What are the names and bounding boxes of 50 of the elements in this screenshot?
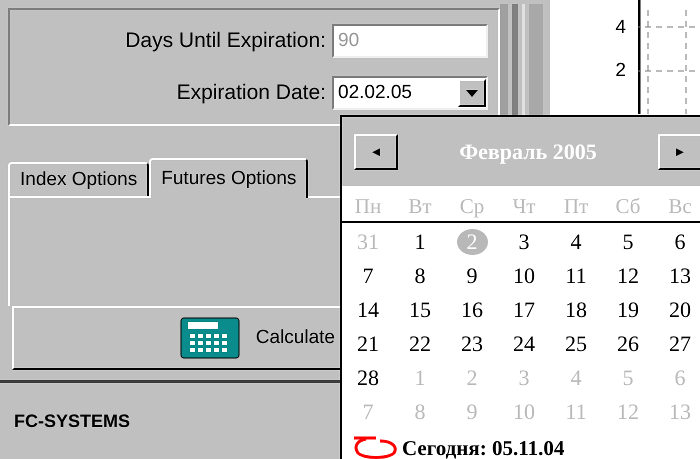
- weekday-label: Вс: [667, 194, 693, 219]
- weekday-label: Пн: [354, 194, 382, 219]
- tab[interactable]: Index Options: [8, 162, 150, 196]
- weekday-label: Ср: [458, 194, 486, 219]
- weekday-label: Вт: [407, 194, 433, 219]
- caret-icon: [466, 90, 478, 96]
- calculate-button[interactable]: Calculate: [180, 317, 335, 359]
- calendar-day[interactable]: 26: [617, 331, 639, 357]
- calendar-day[interactable]: 8: [414, 263, 426, 289]
- calculator-icon: [180, 317, 240, 359]
- previous-month-button[interactable]: ◄: [354, 134, 398, 170]
- axis-label: 4: [615, 16, 626, 39]
- calendar-day[interactable]: 19: [617, 297, 639, 323]
- calendar-day[interactable]: 10: [513, 263, 535, 289]
- calendar-day[interactable]: 7: [362, 263, 374, 289]
- calendar-day[interactable]: 6: [674, 229, 686, 255]
- calendar-day[interactable]: 22: [409, 331, 431, 357]
- calendar-day[interactable]: 11: [565, 263, 587, 289]
- date-dropdown[interactable]: 02.02.05: [332, 76, 488, 110]
- calendar-day[interactable]: 16: [461, 297, 483, 323]
- calendar-day[interactable]: 12: [617, 263, 639, 289]
- weekday-label: Чт: [512, 194, 536, 219]
- field-label: Expiration Date:: [176, 81, 326, 105]
- calendar-day[interactable]: 14: [357, 297, 379, 323]
- calendar-title: Февраль 2005: [459, 138, 597, 164]
- next-month-button[interactable]: ►: [658, 134, 700, 170]
- status-text: FC-SYSTEMS: [14, 410, 130, 432]
- dropdown-button[interactable]: [458, 79, 486, 107]
- calendar-day[interactable]: 21: [357, 331, 379, 357]
- calendar-day[interactable]: 15: [409, 297, 431, 323]
- calendar-day[interactable]: 27: [669, 331, 691, 357]
- calendar-day[interactable]: 17: [513, 297, 535, 323]
- calendar-day[interactable]: 25: [565, 331, 587, 357]
- tab[interactable]: Futures Options: [149, 158, 308, 198]
- calendar-day[interactable]: 9: [466, 263, 478, 289]
- calendar-day[interactable]: 4: [570, 229, 582, 255]
- calendar-day[interactable]: 5: [622, 229, 634, 255]
- calendar-day[interactable]: 23: [461, 331, 483, 357]
- calendar-day[interactable]: 20: [669, 297, 691, 323]
- axis-label: 2: [615, 59, 626, 82]
- weekday-label: Сб: [614, 194, 642, 219]
- weekday-label: Пт: [562, 194, 590, 219]
- calendar-day[interactable]: 13: [669, 263, 691, 289]
- today-label[interactable]: Сегодня: 05.11.04: [402, 436, 564, 459]
- calendar-day[interactable]: 18: [565, 297, 587, 323]
- calendar-day[interactable]: 24: [513, 331, 535, 357]
- calendar-day[interactable]: 28: [357, 365, 379, 391]
- calendar-day[interactable]: 3: [518, 229, 530, 255]
- field-label: Days Until Expiration:: [125, 29, 326, 53]
- calendar-day[interactable]: 1: [414, 229, 426, 255]
